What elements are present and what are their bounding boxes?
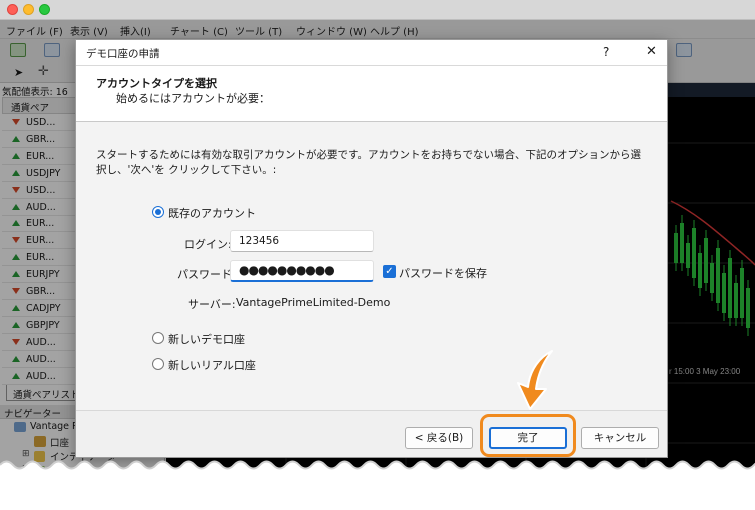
login-field[interactable]: 123456 (230, 230, 374, 252)
save-password-checkbox[interactable]: ✓ (383, 265, 396, 278)
option-real-label[interactable]: 新しいリアル口座 (168, 357, 256, 373)
minimize-window-icon[interactable] (23, 4, 34, 15)
app-screenshot: ファイル (F) 表示 (V) 挿入(I) チャート (C) ツール (T) ウ… (0, 0, 755, 510)
header-subtitle: 始めるにはアカウントが必要： (116, 92, 270, 105)
password-field[interactable]: ●●●●●●●●●● (230, 260, 374, 282)
server-label: サーバー: (188, 298, 236, 311)
dialog-titlebar: デモ口座の申請 ? ✕ (76, 40, 667, 66)
radio-new-demo[interactable] (152, 332, 164, 344)
save-password-label[interactable]: パスワードを保存 (399, 265, 487, 281)
zoom-window-icon[interactable] (39, 4, 50, 15)
torn-edge-decoration (0, 460, 755, 510)
dialog-title: デモ口座の申請 (86, 48, 160, 60)
pointer-arrow-icon (517, 350, 553, 410)
option-existing-label[interactable]: 既存のアカウント (168, 205, 256, 221)
password-label: パスワード: (177, 268, 236, 281)
description-text: スタートするためには有効な取引アカウントが必要です。アカウントをお持ちでない場合… (96, 149, 641, 176)
server-value: VantagePrimeLimited-Demo (236, 296, 391, 309)
close-window-icon[interactable] (7, 4, 18, 15)
window-titlebar (0, 0, 755, 20)
help-button[interactable]: ? (603, 45, 609, 59)
radio-existing-account[interactable] (152, 206, 164, 218)
dialog-header: アカウントタイプを選択 始めるにはアカウントが必要： (76, 66, 667, 122)
login-label: ログイン: (184, 238, 232, 251)
demo-account-dialog: デモ口座の申請 ? ✕ アカウントタイプを選択 始めるにはアカウントが必要： ス… (75, 39, 668, 458)
radio-new-real[interactable] (152, 358, 164, 370)
header-title: アカウントタイプを選択 (96, 77, 217, 90)
dialog-close-button[interactable]: ✕ (646, 44, 657, 59)
option-demo-label[interactable]: 新しいデモ口座 (168, 331, 245, 347)
